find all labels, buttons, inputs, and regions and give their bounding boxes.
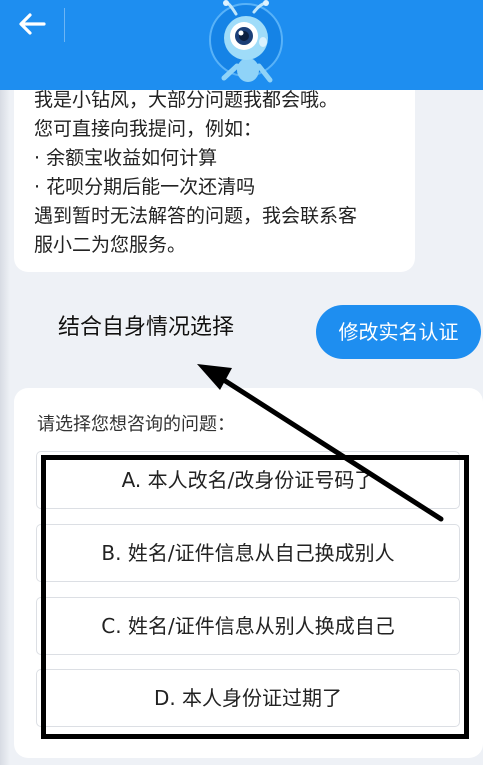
intro-line: 遇到暂时无法解答的问题，我会联系客 [34,205,358,227]
ant-mascot-icon [209,0,283,83]
user-message-bubble: 修改实名认证 [316,305,481,359]
top-bar [0,0,483,90]
annotation-label: 结合自身情况选择 [58,315,235,340]
intro-line: 我是小钻风，大部分问题我都会哦。 [34,89,339,111]
option-c-button[interactable]: C. 姓名/证件信息从别人换成自己 [36,597,460,655]
intro-line: 服小二为您服务。 [34,234,187,256]
back-button[interactable] [14,10,50,38]
intro-line: · 余额宝收益如何计算 [34,147,218,169]
avatar [206,0,290,90]
intro-message-bubble: 我是小钻风，大部分问题我都会哦。 您可直接向我提问，例如： · 余额宝收益如何计… [14,60,415,272]
option-b-button[interactable]: B. 姓名/证件信息从自己换成别人 [36,524,460,582]
arrow-left-icon [19,13,46,35]
header-divider [64,8,65,42]
edge-shade [0,90,10,765]
option-d-button[interactable]: D. 本人身份证过期了 [36,669,460,727]
option-a-button[interactable]: A. 本人改名/改身份证号码了 [36,451,460,509]
chat-area: 我是小钻风，大部分问题我都会哦。 您可直接向我提问，例如： · 余额宝收益如何计… [0,0,483,765]
options-prompt: 请选择您想咨询的问题： [37,414,235,435]
intro-line: 您可直接向我提问，例如： [34,118,263,140]
intro-line: · 花呗分期后能一次还清吗 [34,176,256,198]
